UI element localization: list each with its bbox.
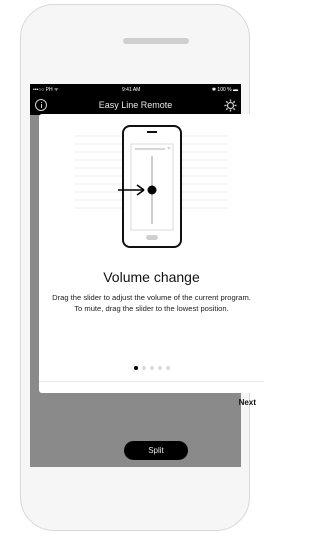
modal-title: Volume change [103,269,200,285]
volume-slider-illustration [75,125,228,248]
battery-status: ✱ 100 % ▬ [211,87,238,93]
page-indicator [39,366,264,370]
modal-description: Drag the slider to adjust the volume of … [52,293,251,313]
modal-divider [39,381,264,382]
page-dot [141,366,146,370]
next-button[interactable]: Next [239,398,256,407]
gear-icon[interactable] [224,99,237,112]
phone-speaker [123,38,189,44]
status-time: 9:41 AM [122,87,141,93]
app-title: Easy Line Remote [98,100,173,110]
page-dot [157,366,162,370]
status-bar: •••○○ PH ᯤ 9:41 AM ✱ 100 % ▬ [30,84,241,96]
onboarding-modal: Volume change Drag the slider to adjust … [39,114,264,407]
nav-bar: Easy Line Remote [30,96,241,115]
carrier-signal: •••○○ PH ᯤ [33,87,59,93]
page-dot [165,366,170,370]
page-dot-active [133,366,138,370]
split-button[interactable]: Split [124,441,188,460]
page-dot [149,366,154,370]
